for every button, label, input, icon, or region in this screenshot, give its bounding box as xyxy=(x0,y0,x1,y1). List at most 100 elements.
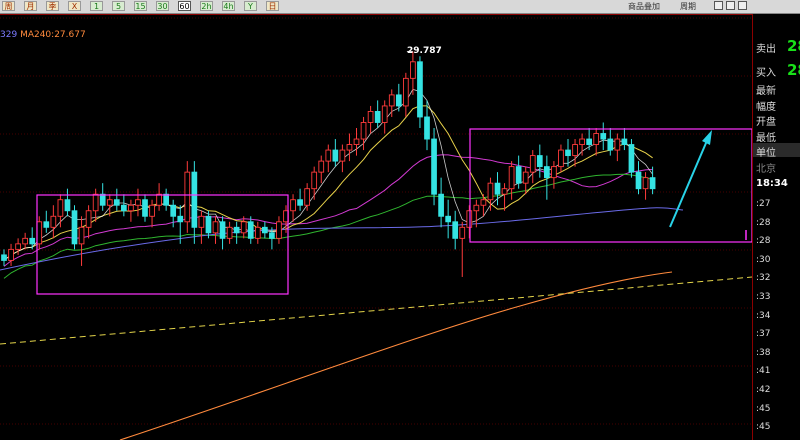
time-label-2: :28 xyxy=(756,236,771,247)
candle-body-59 xyxy=(417,61,423,118)
period-button-11[interactable]: Y xyxy=(244,1,257,11)
period-button-12[interactable]: 日 xyxy=(266,1,279,11)
time-label-11: :45 xyxy=(756,403,771,414)
candle-body-8 xyxy=(57,199,64,217)
candle-body-65 xyxy=(459,226,466,239)
trend-line xyxy=(0,276,752,345)
minimize-icon[interactable] xyxy=(714,1,723,10)
candle-body-28 xyxy=(198,215,205,228)
time-label-0: :27 xyxy=(756,199,771,209)
candle-body-79 xyxy=(558,149,564,168)
candle-body-54 xyxy=(381,105,388,123)
period-button-8[interactable]: 60 xyxy=(178,1,191,11)
candle-body-0 xyxy=(1,254,7,261)
time-label-12: :45 xyxy=(756,422,771,433)
ma-legend-prefix: 329 xyxy=(0,30,18,40)
candle-body-67 xyxy=(473,204,480,212)
candle-body-86 xyxy=(607,138,614,151)
arrow-head xyxy=(702,130,712,145)
candle-body-17 xyxy=(120,204,127,212)
candle-body-10 xyxy=(71,210,78,245)
period-button-7[interactable]: 30 xyxy=(156,1,169,11)
time-label-7: :37 xyxy=(756,329,771,340)
candle-body-85 xyxy=(600,133,607,140)
candle-body-22 xyxy=(156,193,162,206)
candle-body-44 xyxy=(311,171,318,190)
candle-body-13 xyxy=(92,193,99,212)
candle-body-36 xyxy=(254,226,261,239)
period-button-2[interactable]: 季 xyxy=(46,1,59,11)
period-button-6[interactable]: 15 xyxy=(134,1,147,11)
candle-body-75 xyxy=(529,155,536,173)
candle-body-31 xyxy=(219,221,226,239)
period-button-1[interactable]: 月 xyxy=(24,1,37,11)
candle-body-69 xyxy=(487,182,494,201)
candle-body-9 xyxy=(64,199,71,212)
candle-body-45 xyxy=(318,160,325,173)
period-button-5[interactable]: 5 xyxy=(112,1,125,11)
quote-row-5: 北京 xyxy=(756,163,776,175)
candle-body-48 xyxy=(339,149,346,162)
restore-icon[interactable] xyxy=(726,1,735,10)
ma240-legend: MA240:27.677 xyxy=(20,30,86,40)
candle-body-73 xyxy=(515,166,522,184)
time-label-3: :30 xyxy=(756,254,771,265)
candle-body-4 xyxy=(29,237,36,245)
candle-body-57 xyxy=(403,77,409,107)
candle-body-41 xyxy=(290,199,296,212)
candle-body-42 xyxy=(297,199,303,206)
candle-body-33 xyxy=(233,226,240,234)
candle-body-76 xyxy=(536,155,543,168)
period-button-9[interactable]: 2h xyxy=(200,1,213,11)
candle-body-26 xyxy=(184,171,191,223)
candle-body-74 xyxy=(522,171,529,184)
quote-row-1: 幅度 xyxy=(756,101,776,113)
candle-body-3 xyxy=(22,237,29,245)
candle-body-20 xyxy=(142,199,148,217)
candle-body-23 xyxy=(163,193,170,206)
time-label-9: :41 xyxy=(756,366,771,377)
time-label-1: :28 xyxy=(756,217,771,228)
candle-body-21 xyxy=(149,204,155,217)
period-link[interactable]: 周期 xyxy=(680,0,696,13)
candle-body-66 xyxy=(466,210,473,228)
time-label-6: :34 xyxy=(756,310,771,321)
buy-value: 28 xyxy=(787,61,800,79)
candle-body-84 xyxy=(593,133,600,146)
ma-blue-line xyxy=(0,207,684,271)
candle-body-12 xyxy=(85,210,92,228)
candle-body-63 xyxy=(445,215,452,223)
peak-annotation: 29.787 xyxy=(407,46,442,56)
candle-body-50 xyxy=(353,138,360,146)
candle-body-87 xyxy=(614,138,621,151)
candle-body-19 xyxy=(135,199,141,206)
candle-body-72 xyxy=(508,166,515,190)
candle-body-62 xyxy=(438,193,444,217)
candle-body-82 xyxy=(579,138,585,146)
close-icon[interactable] xyxy=(738,1,747,10)
candle-body-38 xyxy=(269,232,275,239)
period-button-3[interactable]: X xyxy=(68,1,81,11)
arrow-shaft xyxy=(669,135,710,228)
candle-body-58 xyxy=(410,61,416,79)
candle-body-2 xyxy=(15,243,21,250)
candle-body-89 xyxy=(628,144,635,173)
candle-body-90 xyxy=(635,171,642,190)
candle-body-56 xyxy=(395,94,402,107)
time-label-8: :38 xyxy=(756,347,771,358)
period-button-0[interactable]: 周 xyxy=(2,1,15,11)
candle-body-24 xyxy=(170,204,177,217)
ma-legend: 329 MA240:27.677 xyxy=(0,30,86,40)
ma-green-line xyxy=(3,173,653,279)
quote-row-0: 最新 xyxy=(756,86,776,97)
candle-body-39 xyxy=(276,221,282,239)
candle-body-61 xyxy=(431,138,437,195)
commodity-overlay-link[interactable]: 商品叠加 xyxy=(628,0,660,13)
period-button-10[interactable]: 4h xyxy=(222,1,235,11)
period-button-4[interactable]: 1 xyxy=(90,1,103,11)
candle-body-77 xyxy=(544,166,550,179)
sell-value: 28 xyxy=(787,37,800,55)
candle-body-53 xyxy=(374,110,381,123)
candle-body-11 xyxy=(78,226,85,245)
candle-body-25 xyxy=(177,215,184,223)
